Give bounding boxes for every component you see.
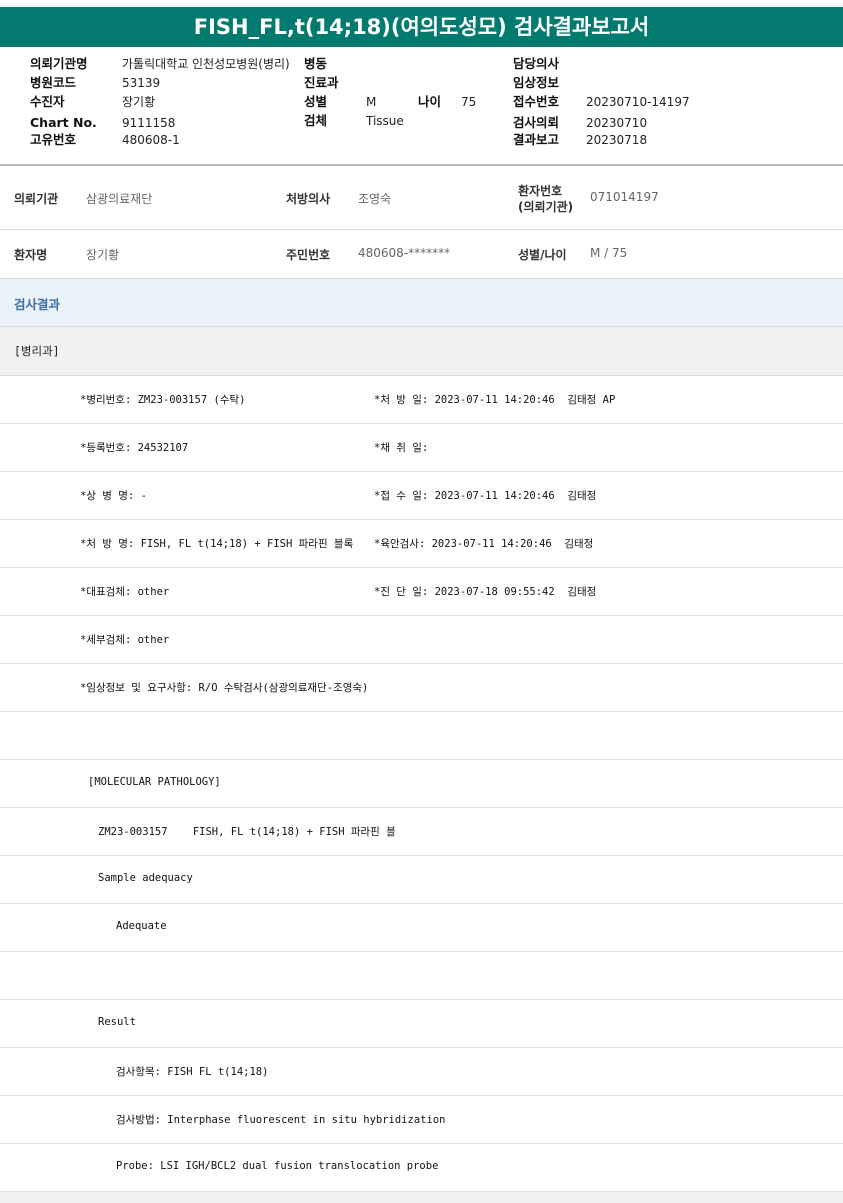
test-method: 검사방법: Interphase fluorescent in situ hyb… — [116, 1114, 446, 1126]
meta-id-label: 주민번호 — [286, 248, 331, 262]
pathology-no: *병리번호: ZM23-003157 (수탁) — [80, 394, 246, 406]
age-label: 나이 — [418, 94, 442, 109]
test-item: 검사항목: FISH FL t(14;18) — [116, 1066, 269, 1078]
registration-no: *등록번호: 24532107 — [80, 442, 189, 454]
result-row: 검사항목: FISH FL t(14;18) — [0, 1048, 843, 1096]
department-title: [병리과] — [14, 344, 60, 358]
unique-no-label: 고유번호 — [30, 132, 77, 147]
result-row: *병리번호: ZM23-003157 (수탁) *처 방 일: 2023-07-… — [0, 376, 843, 424]
result-row: *대표검체: other *진 단 일: 2023-07-18 09:55:42… — [0, 568, 843, 616]
sample-adequacy-heading: Sample adequacy — [98, 872, 193, 884]
result-row: Sample adequacy — [0, 856, 843, 904]
gross-exam-date: *육안검사: 2023-07-11 14:20:46 김태정 — [374, 536, 594, 551]
order-name: *처 방 명: FISH, FL t(14;18) + FISH 파라핀 블록 — [80, 538, 354, 550]
meta-inst-label: 의뢰기관 — [14, 192, 59, 206]
meta-inst-value: 삼광의료재단 — [86, 192, 153, 206]
report-date-label: 결과보고 — [513, 132, 560, 147]
hospital-code-label: 병원코드 — [30, 75, 77, 90]
meta-sexage-label: 성별/나이 — [518, 248, 567, 262]
requesting-institution-label: 의뢰기관명 — [30, 56, 88, 71]
test-order-line: ZM23-003157 FISH, FL t(14;18) + FISH 파라핀… — [98, 826, 396, 838]
unique-no-value: 480608-1 — [122, 133, 180, 147]
sex-value: M — [366, 95, 377, 109]
receipt-no-value: 20230710-14197 — [586, 95, 690, 109]
requesting-institution-value: 가톨릭대학교 인천성모병원(병리) — [122, 57, 290, 71]
result-row: *등록번호: 24532107 *채 취 일: — [0, 424, 843, 472]
result-row: *처 방 명: FISH, FL t(14;18) + FISH 파라핀 블록 … — [0, 520, 843, 568]
meta-patient-no-label-line2: (의뢰기관) — [518, 200, 574, 214]
meta-id-value: 480608-******* — [358, 246, 451, 260]
result-row: Adequate — [0, 904, 843, 952]
meta-patient-no-value: 071014197 — [590, 190, 659, 204]
header-divider — [0, 164, 843, 166]
result-row: 검사방법: Interphase fluorescent in situ hyb… — [0, 1096, 843, 1144]
attending-label: 담당의사 — [513, 56, 560, 71]
result-row: *세부검체: other — [0, 616, 843, 664]
result-row-empty — [0, 712, 843, 760]
chart-no-label: Chart No. — [30, 115, 97, 130]
meta-patient-no-label-line1: 환자번호 — [518, 184, 563, 198]
bottom-band — [0, 1192, 843, 1203]
clinical-info-label: 임상정보 — [513, 75, 560, 90]
meta-name-value: 장기황 — [86, 248, 120, 262]
request-date-value: 20230710 — [586, 116, 648, 130]
results-section-title: 검사결과 — [14, 297, 61, 312]
diagnosis-date: *진 단 일: 2023-07-18 09:55:42 김태정 — [374, 586, 597, 598]
meta-name-label: 환자명 — [14, 248, 48, 262]
result-row-empty — [0, 952, 843, 1000]
molecular-pathology-heading: [MOLECULAR PATHOLOGY] — [88, 776, 221, 788]
department-label: 진료과 — [304, 75, 339, 90]
request-date-label: 검사의뢰 — [513, 115, 560, 130]
receipt-date: *접 수 일: 2023-07-11 14:20:46 김태정 — [374, 490, 597, 502]
receipt-no-label: 접수번호 — [513, 94, 560, 109]
result-row: [MOLECULAR PATHOLOGY] — [0, 760, 843, 808]
detail-specimen: *세부검체: other — [80, 634, 170, 646]
report-title: FISH_FL,t(14;18)(여의도성모) 검사결과보고서 — [0, 7, 843, 47]
meta-doctor-value: 조영숙 — [358, 192, 392, 206]
report-header-info: 의뢰기관명 가톨릭대학교 인천성모병원(병리) 병동 담당의사 병원코드 531… — [0, 52, 843, 164]
ward-label: 병동 — [304, 56, 328, 71]
specimen-label: 검체 — [304, 113, 328, 128]
meta-doctor-label: 처방의사 — [286, 192, 331, 206]
sex-label: 성별 — [304, 94, 328, 109]
hospital-code-value: 53139 — [122, 76, 161, 90]
result-row: *임상정보 및 요구사항: R/O 수탁검사(삼광의료재단-조영숙) — [0, 664, 843, 712]
report-date-value: 20230718 — [586, 133, 648, 147]
clinical-request: *임상정보 및 요구사항: R/O 수탁검사(삼광의료재단-조영숙) — [80, 682, 369, 694]
representative-specimen: *대표검체: other — [80, 586, 170, 598]
result-row: Result — [0, 1000, 843, 1048]
order-date: *처 방 일: 2023-07-11 14:20:46 김태정 AP — [374, 394, 616, 406]
result-row: Probe: LSI IGH/BCL2 dual fusion transloc… — [0, 1144, 843, 1192]
result-row: ZM23-003157 FISH, FL t(14;18) + FISH 파라핀… — [0, 808, 843, 856]
patient-value: 장기황 — [122, 95, 156, 109]
collection-date: *채 취 일: — [374, 442, 429, 454]
chart-no-value: 9111158 — [122, 116, 176, 130]
diagnosis-name: *상 병 명: - — [80, 490, 147, 502]
meta-row-patient: 환자명 장기황 주민번호 480608-******* 성별/나이 M / 75 — [0, 230, 843, 279]
results-section-header: 검사결과 — [0, 279, 843, 327]
probe: Probe: LSI IGH/BCL2 dual fusion transloc… — [116, 1160, 439, 1172]
patient-label: 수진자 — [30, 94, 65, 109]
department-header: [병리과] — [0, 327, 843, 376]
specimen-value: Tissue — [366, 114, 404, 128]
result-row: *상 병 명: - *접 수 일: 2023-07-11 14:20:46 김태… — [0, 472, 843, 520]
result-heading: Result — [98, 1016, 136, 1028]
sample-adequacy-value: Adequate — [116, 920, 167, 932]
age-value: 75 — [461, 95, 477, 109]
meta-sexage-value: M / 75 — [590, 246, 628, 260]
meta-row-institution: 의뢰기관 삼광의료재단 처방의사 조영숙 환자번호 (의뢰기관) 0710141… — [0, 167, 843, 230]
